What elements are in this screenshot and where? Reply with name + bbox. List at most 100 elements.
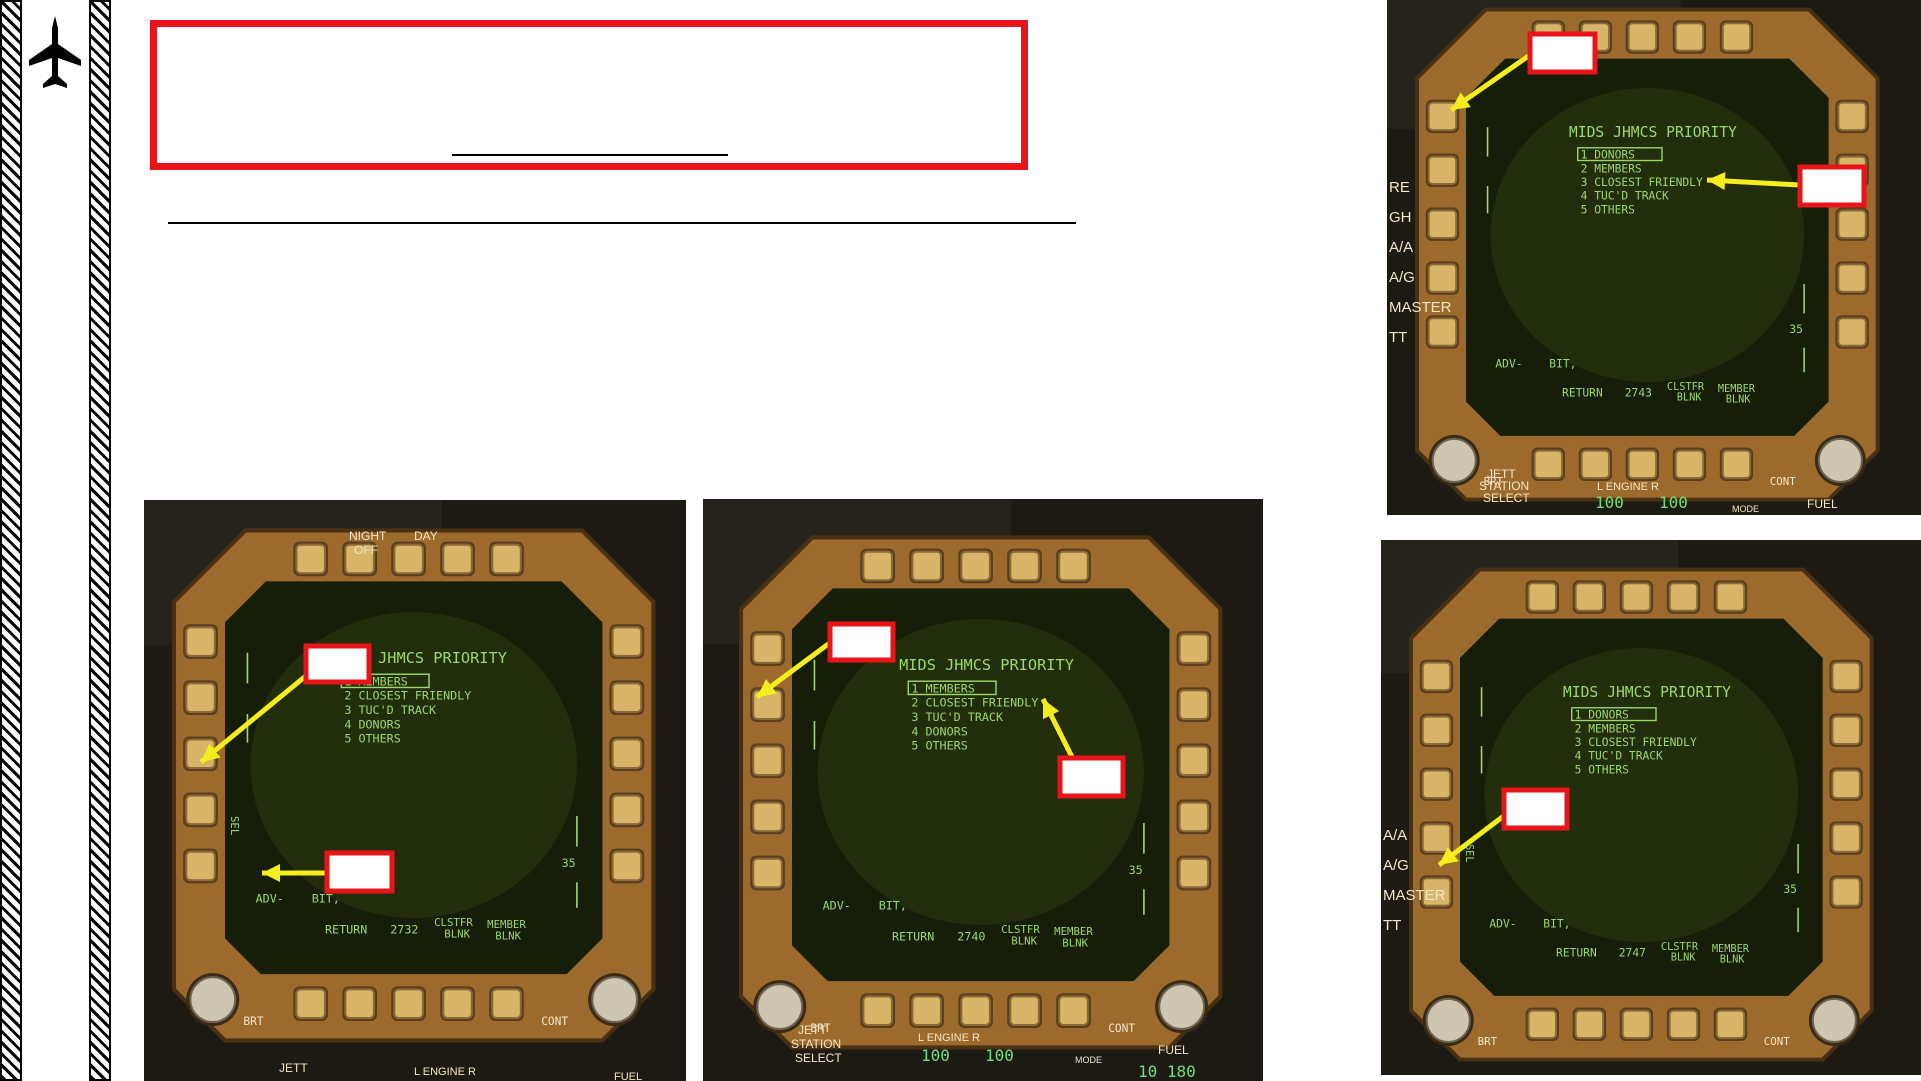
brt-knob (189, 976, 237, 1024)
callout-box-1 (1527, 31, 1598, 75)
bottom-pushbutton (1009, 995, 1040, 1026)
return-label: RETURN (1556, 947, 1597, 960)
left-pushbutton (752, 633, 783, 664)
top-pushbutton (295, 543, 326, 575)
left-pushbutton (185, 682, 216, 713)
callout-box-1 (1501, 787, 1570, 831)
priority-list-item: 5 OTHERS (911, 739, 967, 753)
cont-label: CONT (1108, 1022, 1135, 1035)
top-pushbutton (491, 543, 522, 575)
top-pushbutton (1009, 550, 1040, 582)
right-pushbutton (1837, 101, 1867, 132)
station-label: STATION (791, 1037, 841, 1051)
mfd-page-title: MIDS JHMCS PRIORITY (1569, 124, 1737, 141)
cont-knob (1158, 983, 1206, 1031)
brt-knob (756, 983, 804, 1031)
callout-box-2 (324, 850, 395, 894)
priority-list-item: 5 OTHERS (1575, 763, 1629, 776)
top-pushbutton (1527, 582, 1558, 612)
cluster-label: BLNK (1671, 952, 1697, 964)
side-panel-label: A/A (1389, 239, 1413, 256)
cluster-label: BLNK (444, 927, 470, 940)
adv-label: ADV- (823, 899, 851, 913)
callout-box-2 (1797, 164, 1867, 208)
fuel-label: FUEL (1158, 1043, 1189, 1057)
day-label: DAY (414, 529, 438, 543)
cont-label: CONT (541, 1015, 568, 1028)
left-pushbutton (1421, 769, 1452, 799)
bit-label: BIT, (312, 892, 340, 906)
top-pushbutton (1574, 582, 1605, 612)
fuel-readout: 10 180 (1138, 1062, 1196, 1081)
adv-label: ADV- (1495, 357, 1522, 370)
top-pushbutton (862, 550, 893, 582)
mfd-bezel-group: MIDS JHMCS PRIORITY 1 DONORS2 MEMBERS3 CL… (1409, 567, 1874, 1062)
callout-box-1 (827, 621, 896, 663)
aircraft-silhouette-icon (27, 14, 83, 94)
priority-list-item: 5 OTHERS (344, 732, 400, 746)
bottom-pushbutton (1674, 449, 1705, 480)
range-scale: 35 (562, 856, 576, 870)
right-pushbutton (1831, 769, 1861, 799)
priority-list-item: 2 MEMBERS (1581, 162, 1642, 175)
priority-list-item: 4 TUC'D TRACK (1581, 190, 1669, 203)
bottom-pushbutton (1533, 449, 1564, 480)
bottom-pushbutton (911, 995, 942, 1026)
range-scale: 35 (1783, 883, 1797, 896)
side-panel-label: RE (1389, 179, 1410, 196)
cluster-label: BLNK (1677, 392, 1703, 404)
brt-label: BRT (243, 1015, 263, 1028)
top-pushbutton (1668, 582, 1699, 612)
member-label: BLNK (495, 929, 521, 942)
sel-label: SEL (228, 816, 241, 835)
right-pushbutton (1837, 209, 1867, 239)
fuel-label: FUEL (1807, 497, 1838, 511)
bottom-pushbutton (1580, 449, 1611, 480)
top-pushbutton (1058, 550, 1089, 582)
right-pushbutton (1831, 715, 1861, 746)
priority-list-item: 3 TUC'D TRACK (344, 703, 437, 717)
select-label: SELECT (795, 1051, 842, 1065)
priority-list-item: 4 DONORS (911, 724, 967, 738)
side-panel-label: MASTER (1383, 887, 1446, 904)
side-panel-label: A/A (1383, 827, 1407, 844)
screenshot-4: MIDS JHMCS PRIORITY 1 DONORS 2 MEMBERS 3 CL… (1381, 540, 1921, 1075)
right-pushbutton (1831, 661, 1861, 692)
right-pushbutton (1178, 633, 1210, 664)
right-pushbutton (1837, 317, 1867, 347)
return-label: RETURN (892, 929, 934, 943)
engine-left-readout: 100 (921, 1046, 950, 1065)
bottom-pushbutton (1621, 1009, 1652, 1040)
left-pushbutton (1427, 155, 1458, 186)
bottom-pushbutton (295, 988, 326, 1019)
mode-label: MODE (1732, 504, 1759, 514)
left-pushbutton (1421, 823, 1452, 853)
priority-list-item: 4 DONORS (344, 717, 400, 731)
bottom-pushbutton (1715, 1009, 1746, 1040)
adv-label: ADV- (256, 892, 284, 906)
top-pushbutton (1674, 22, 1705, 52)
right-pushbutton (611, 850, 643, 882)
priority-list-item: 3 TUC'D TRACK (911, 710, 1004, 724)
cont-knob (1811, 997, 1857, 1043)
adv-label: ADV- (1489, 917, 1516, 930)
range-scale: 35 (1129, 863, 1143, 877)
priority-list-item: 1 DONORS (1575, 709, 1629, 722)
mode-label: MODE (1075, 1055, 1102, 1065)
left-rail-hatch-outer (0, 0, 22, 1081)
bottom-pushbutton (862, 995, 893, 1026)
screenshot-4-display: MIDS JHMCS PRIORITY 1 DONORS2 MEMBERS3 CL… (1381, 540, 1921, 1075)
engine-right-readout: 100 (985, 1046, 1014, 1065)
side-panel-label: MASTER (1389, 299, 1452, 316)
right-pushbutton (1831, 823, 1861, 853)
bottom-pushbutton (442, 988, 473, 1019)
bottom-pushbutton (1721, 449, 1752, 480)
side-panel-label: A/G (1383, 857, 1409, 874)
top-pushbutton (911, 550, 942, 582)
screenshot-1: MIDS JHMCS PRIORITY 1 MEMBERS 2 CLOSEST FR… (144, 500, 686, 1081)
engine-label: L ENGINE R (414, 1066, 476, 1078)
mfd-bezel-group: MIDS JHMCS PRIORITY1 MEMBERS2 CLOSEST FR… (171, 528, 656, 1043)
left-pushbutton (185, 626, 216, 657)
bottom-pushbutton (1058, 995, 1089, 1026)
side-panel-label: TT (1389, 329, 1407, 346)
